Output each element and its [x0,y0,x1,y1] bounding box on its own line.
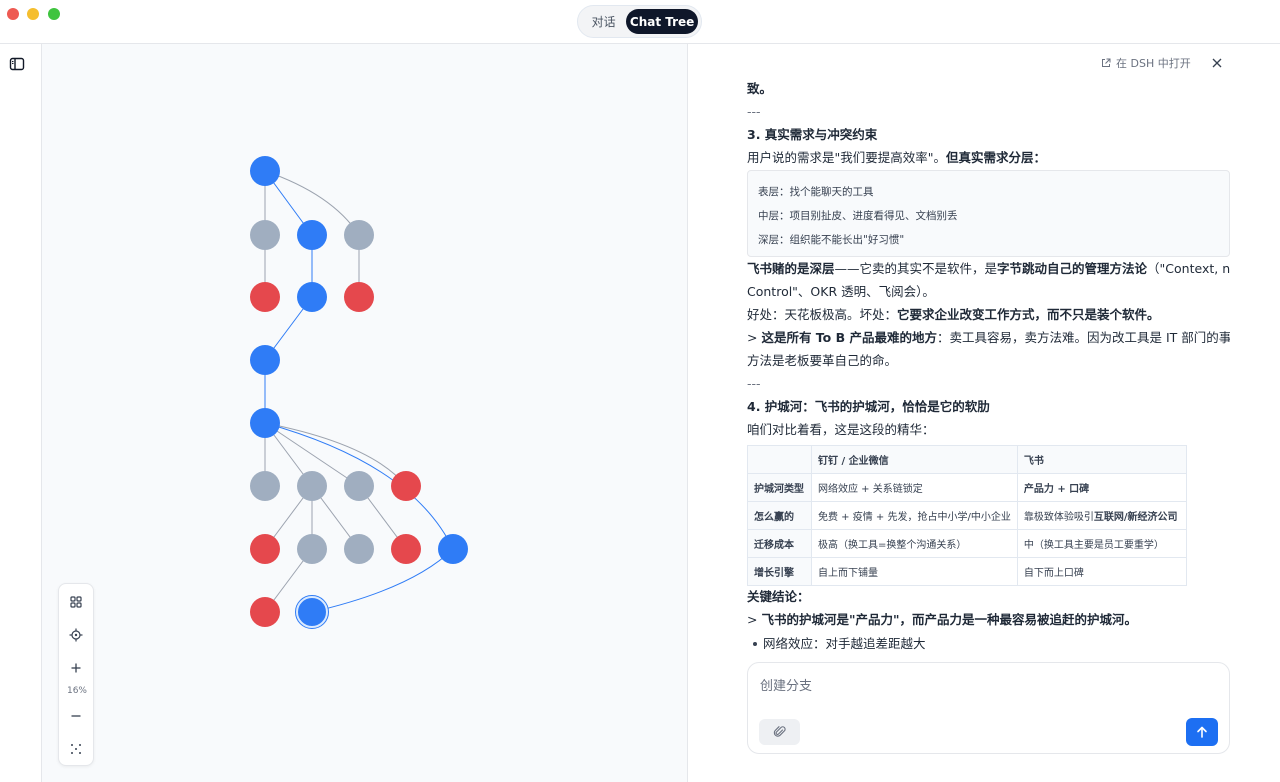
tree-node[interactable] [250,408,280,438]
tree-nodes [250,156,468,629]
panel-header: 在 DSH 中打开 [688,44,1280,82]
paragraph: 好处：天花板极高。坏处：它要求企业改变工作方式，而不只是装个软件。 [747,307,1160,322]
tree-edge [311,548,454,613]
title-bar: 对话 Chat Tree [0,0,1280,44]
close-window-button[interactable] [7,8,19,20]
quote-line: 中层：项目别扯皮、进度看得见、文档别丢 [758,210,958,222]
attach-button[interactable] [759,719,800,745]
table-row-label: 护城河类型 [747,473,812,502]
message-content: 致。 --- 3. 真实需求与冲突约束 用户说的需求是"我们要提高效率"。但真实… [747,80,1230,656]
paragraph: 用户说的需求是"我们要提高效率"。但真实需求分层： [747,150,1047,165]
section-heading: 3. 真实需求与冲突约束 [747,127,878,142]
table-header: 飞书 [1016,445,1188,474]
zoom-in-icon[interactable] [68,660,84,676]
tree-node[interactable] [344,220,374,250]
table-row-label: 迁移成本 [747,529,812,558]
open-in-dsh-label: 在 DSH 中打开 [1116,57,1191,70]
table-cell: 靠极致体验吸引互联网/新经济公司 [1016,501,1188,530]
external-link-icon [1102,58,1111,67]
table-header-row: 钉钉 / 企业微信 飞书 [747,445,1188,474]
tree-node[interactable] [250,471,280,501]
tab-chat[interactable]: 对话 [581,9,626,34]
branch-input[interactable] [760,675,1210,697]
table-cell: 自下而上口碑 [1016,557,1188,586]
chat-tree [250,156,468,629]
zoom-controls: 16% [58,583,94,766]
tree-node[interactable] [344,534,374,564]
tree-node[interactable] [250,156,280,186]
paragraph: > 这是所有 To B 产品最难的地方：卖工具容易，卖方法难。因为改工具是 IT… [747,330,1230,345]
zoom-out-icon[interactable] [68,708,84,724]
send-button[interactable] [1186,718,1218,746]
tree-node[interactable] [297,282,327,312]
section-heading: 4. 护城河：飞书的护城河，恰恰是它的软肋 [747,399,990,414]
tree-node[interactable] [250,345,280,375]
table-cell: 产品力 + 口碑 [1016,473,1188,502]
tab-chat-tree[interactable]: Chat Tree [626,9,698,34]
table-row-label: 增长引擎 [747,557,812,586]
table-row: 怎么赢的 免费 + 疫情 + 先发，抢占中小学/中小企业 靠极致体验吸引互联网/… [747,501,1188,530]
table-header [747,445,812,474]
quote-line: 深层：组织能不能长出"好习惯" [758,234,905,246]
view-switcher: 对话 Chat Tree [577,5,702,38]
separator: --- [747,104,761,119]
table-row: 迁移成本 极高（换工具=换整个沟通关系） 中（换工具主要是员工要重学） [747,529,1188,558]
tree-node[interactable] [391,471,421,501]
grid-layout-icon[interactable] [68,594,84,610]
tree-canvas[interactable]: 16% [42,44,687,782]
table-row: 护城河类型 网络效应 + 关系链锁定 产品力 + 口碑 [747,473,1188,502]
left-rail [0,44,42,782]
table-cell: 中（换工具主要是员工要重学） [1016,529,1188,558]
tree-node[interactable] [250,220,280,250]
tree-node[interactable] [250,282,280,312]
tree-edge [264,422,407,487]
tree-node[interactable] [391,534,421,564]
minimize-window-button[interactable] [27,8,39,20]
zoom-level: 16% [66,686,87,696]
sidebar-toggle-icon[interactable] [9,56,25,72]
locate-icon[interactable] [68,627,84,643]
tree-node[interactable] [297,220,327,250]
conclusion-label: 关键结论： [747,589,810,604]
table-row-label: 怎么赢的 [747,501,812,530]
tree-node[interactable] [250,597,280,627]
selected-tree-node[interactable] [296,596,328,628]
quote-line: 表层：找个能聊天的工具 [758,186,874,198]
tree-node[interactable] [250,534,280,564]
zoom-window-button[interactable] [48,8,60,20]
table-header: 钉钉 / 企业微信 [811,445,1018,474]
paragraph: 咱们对比着看，这是这段的精华： [747,422,935,437]
fit-view-icon[interactable] [68,741,84,757]
bullet-dot [753,642,757,646]
tree-node[interactable] [344,471,374,501]
quote-block: 表层：找个能聊天的工具 中层：项目别扯皮、进度看得见、文档别丢 深层：组织能不能… [747,170,1230,257]
table-cell: 网络效应 + 关系链锁定 [811,473,1018,502]
table-cell: 自上而下铺量 [811,557,1018,586]
comparison-table: 钉钉 / 企业微信 飞书 护城河类型 网络效应 + 关系链锁定 产品力 + 口碑… [747,445,1188,586]
table-row: 增长引擎 自上而下铺量 自下而上口碑 [747,557,1188,586]
list-item: 网络效应：对手越追差距越大 [763,636,926,651]
conclusion: > 飞书的护城河是"产品力"，而产品力是一种最容易被追赶的护城河。 [747,612,1137,627]
tree-node[interactable] [438,534,468,564]
text-line: 致。 [747,81,773,96]
open-in-dsh-link[interactable]: 在 DSH 中打开 [1101,56,1191,70]
composer [747,662,1230,754]
tree-node[interactable] [297,471,327,501]
table-cell: 免费 + 疫情 + 先发，抢占中小学/中小企业 [811,501,1018,530]
close-icon[interactable] [1210,56,1224,70]
table-cell: 极高（换工具=换整个沟通关系） [811,529,1018,558]
tree-node[interactable] [297,534,327,564]
message-panel: 在 DSH 中打开 致。 --- 3. 真实需求与冲突约束 用户说的需求是"我们… [687,44,1280,782]
paragraph: 飞书赌的是深层——它卖的其实不是软件，是字节跳动自己的管理方法论（"Contex… [747,261,1230,276]
paragraph-cont: 方法是老板要革自己的命。 [747,353,898,368]
tree-node[interactable] [344,282,374,312]
arrow-up-icon [1197,726,1207,738]
paperclip-icon [773,726,786,737]
separator: --- [747,376,761,391]
paragraph-cont: Control"、OKR 透明、飞阅会）。 [747,284,935,299]
